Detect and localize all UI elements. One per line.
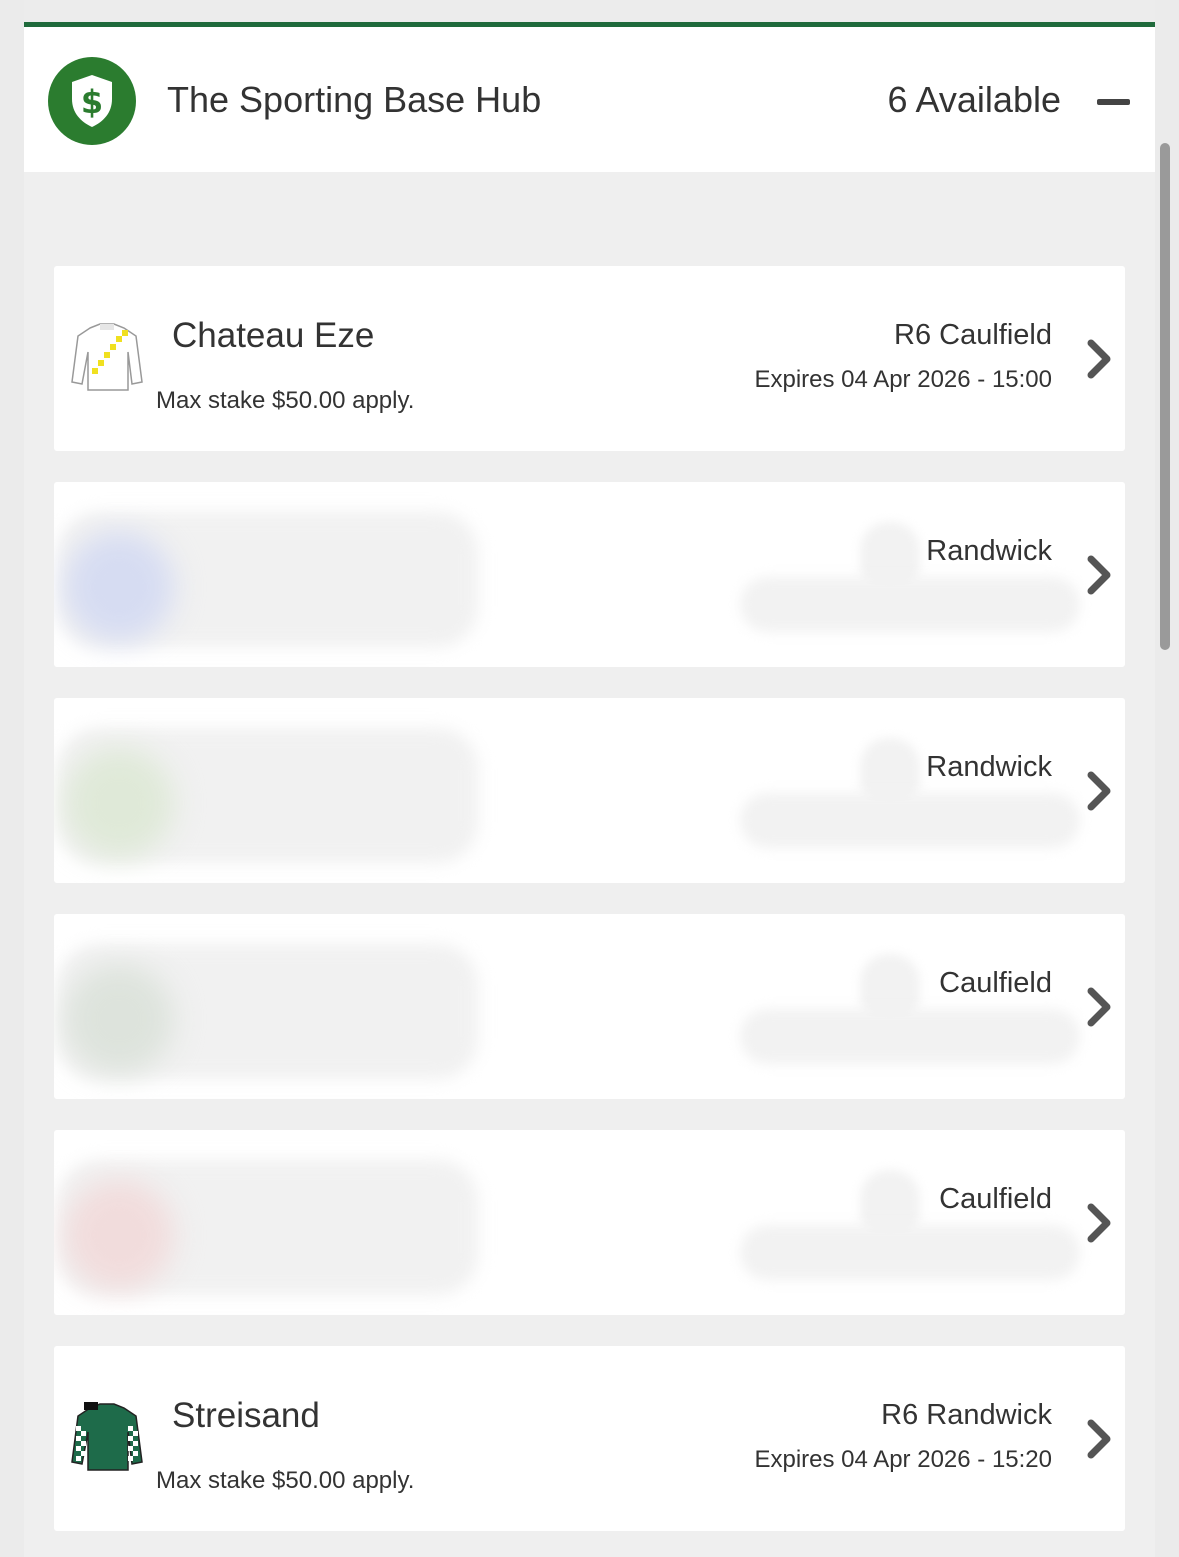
hub-panel: $ The Sporting Base Hub 6 Available Chat… bbox=[24, 0, 1155, 1557]
venue-label: Caulfield bbox=[939, 967, 1052, 999]
shield-dollar-icon: $ bbox=[48, 57, 136, 145]
runner-name: Chateau Eze bbox=[172, 316, 375, 355]
redacted-silk bbox=[64, 532, 174, 642]
scrollbar[interactable] bbox=[1160, 143, 1170, 650]
venue-label: Randwick bbox=[926, 535, 1052, 567]
runner-name: Streisand bbox=[172, 1396, 320, 1435]
chevron-right-icon[interactable] bbox=[1085, 339, 1115, 379]
chevron-right-icon[interactable] bbox=[1085, 987, 1115, 1027]
race-label: R6 Caulfield bbox=[894, 319, 1052, 351]
venue-label: Caulfield bbox=[939, 1183, 1052, 1215]
offer-card[interactable]: Caulfield bbox=[54, 914, 1125, 1099]
redacted-silk bbox=[64, 1180, 174, 1290]
redacted-silk bbox=[64, 964, 174, 1074]
svg-text:$: $ bbox=[81, 83, 103, 121]
stake-note: Max stake $50.00 apply. bbox=[156, 387, 415, 414]
offer-card[interactable]: Randwick bbox=[54, 698, 1125, 883]
venue-label: Randwick bbox=[926, 751, 1052, 783]
redacted-expiry-area bbox=[740, 577, 1080, 632]
chevron-right-icon[interactable] bbox=[1085, 771, 1115, 811]
stake-note: Max stake $50.00 apply. bbox=[156, 1467, 415, 1494]
hub-title: The Sporting Base Hub bbox=[167, 79, 542, 120]
chevron-right-icon[interactable] bbox=[1085, 1419, 1115, 1459]
expiry-label: Expires 04 Apr 2026 - 15:20 bbox=[754, 1446, 1052, 1473]
chevron-right-icon[interactable] bbox=[1085, 1203, 1115, 1243]
redacted-silk bbox=[64, 748, 174, 858]
top-strip bbox=[24, 0, 1155, 22]
collapse-button[interactable] bbox=[1097, 90, 1131, 116]
available-count: 6 Available bbox=[887, 79, 1061, 120]
redacted-expiry-area bbox=[740, 1225, 1080, 1280]
offer-card[interactable]: Randwick bbox=[54, 482, 1125, 667]
offer-card[interactable]: Caulfield bbox=[54, 1130, 1125, 1315]
hub-header[interactable]: $ The Sporting Base Hub 6 Available bbox=[24, 22, 1155, 172]
green-checked-silks-icon bbox=[70, 1402, 144, 1472]
redacted-expiry-area bbox=[740, 1009, 1080, 1064]
offer-card[interactable]: Chateau Eze Max stake $50.00 apply. R6 C… bbox=[54, 266, 1125, 451]
race-label: R6 Randwick bbox=[881, 1399, 1052, 1431]
chevron-right-icon[interactable] bbox=[1085, 555, 1115, 595]
expiry-label: Expires 04 Apr 2026 - 15:00 bbox=[754, 366, 1052, 393]
minus-icon bbox=[1097, 99, 1130, 105]
redacted-expiry-area bbox=[740, 793, 1080, 848]
white-yellow-silks-icon bbox=[70, 322, 144, 392]
offer-card[interactable]: Streisand Max stake $50.00 apply. R6 Ran… bbox=[54, 1346, 1125, 1531]
